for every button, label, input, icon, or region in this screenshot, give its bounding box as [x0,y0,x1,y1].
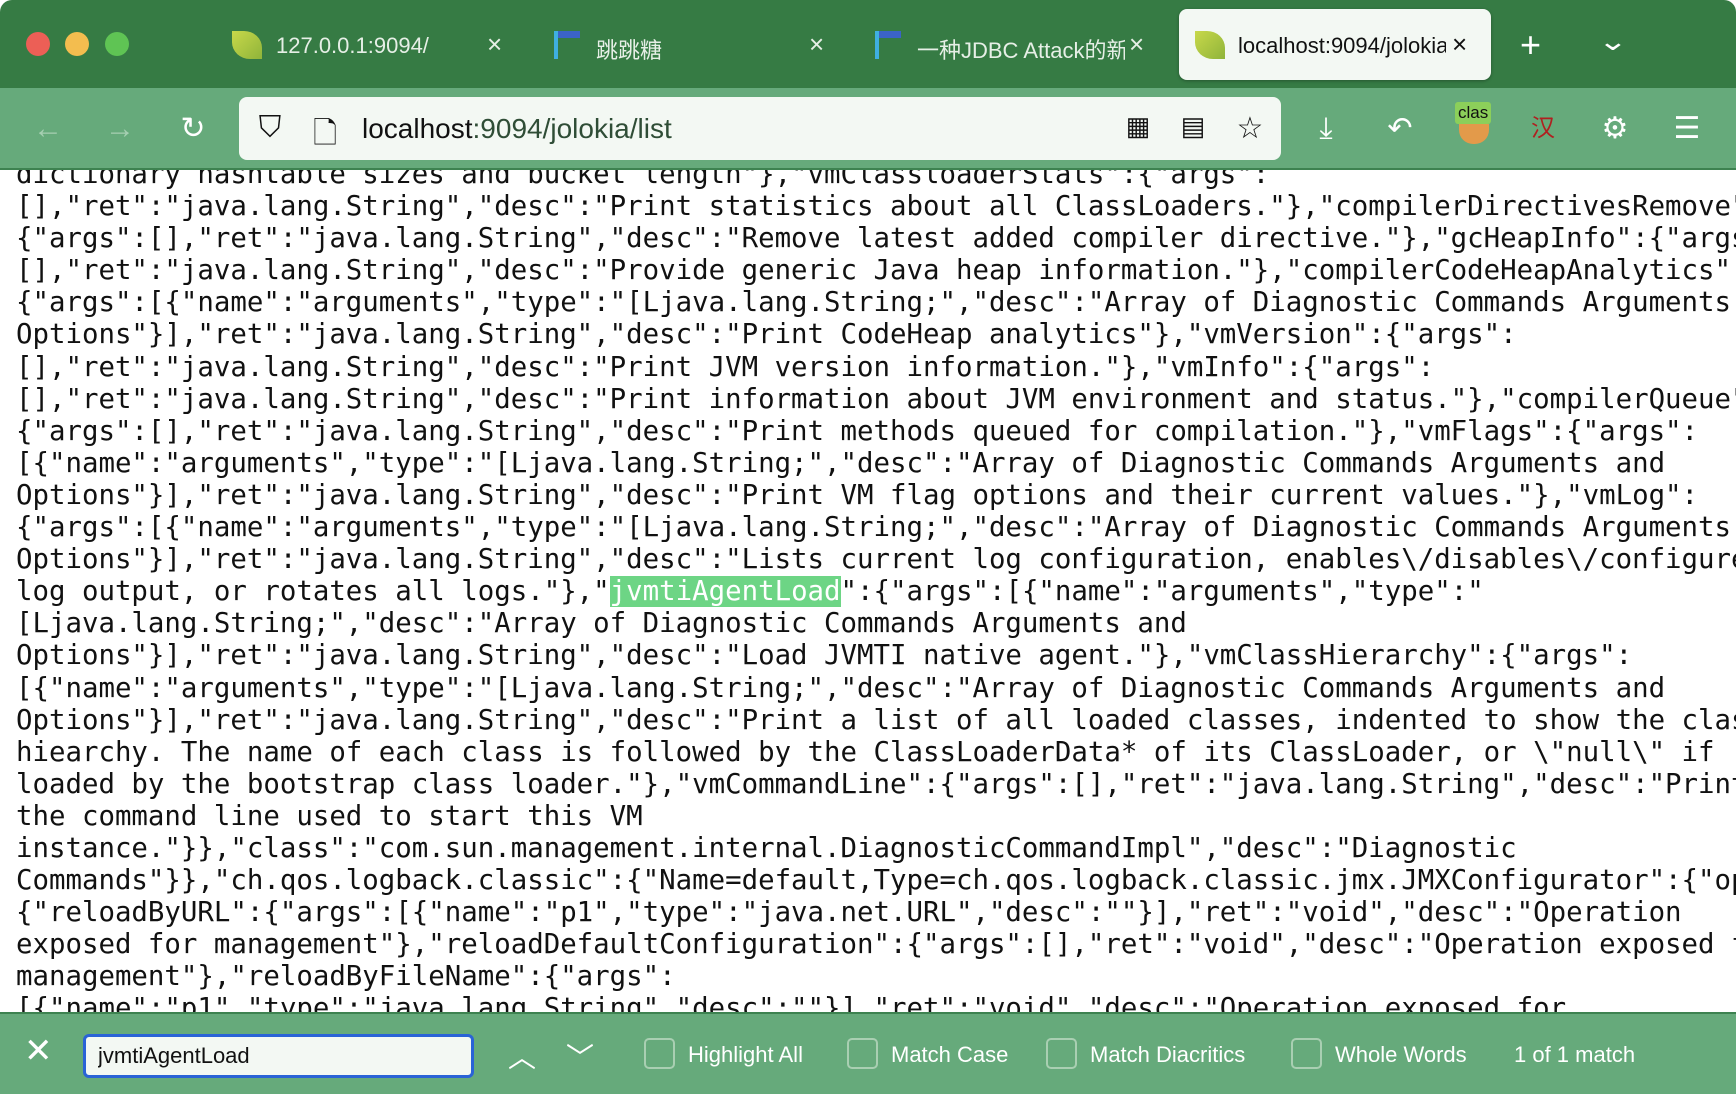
download-icon[interactable]: ⤓ [1308,114,1344,144]
tab-title: 一种JDBC Attack的新 [917,38,1125,63]
reader-view-icon[interactable]: ▤ [1175,111,1211,142]
url-path: :9094/jolokia/list [472,113,672,144]
minimize-window-button[interactable] [65,32,89,56]
text: log output, or rotates all logs."}," [16,576,610,608]
json-line: Options"}],"ret":"java.lang.String","des… [16,704,1736,736]
tab-2[interactable]: 跳跳糖 × [554,9,866,80]
forward-button[interactable]: → [102,114,138,144]
match-case-checkbox[interactable] [847,1038,878,1069]
tab-title: 127.0.0.1:9094/ [276,33,429,58]
menu-icon[interactable]: ☰ [1669,114,1705,144]
json-line: Options"}],"ret":"java.lang.String","des… [16,319,1517,351]
match-diacritics-label[interactable]: Match Diacritics [1090,1042,1245,1068]
find-previous-button[interactable]: ︿ [508,1036,536,1076]
whole-words-checkbox[interactable] [1291,1038,1322,1069]
tab-1[interactable]: 127.0.0.1:9094/ × [232,9,544,80]
json-line: loaded by the bootstrap class loader."},… [16,768,1736,800]
json-line: {"args":[],"ret":"java.lang.String","des… [16,415,1699,447]
close-tab-icon[interactable]: × [1129,29,1144,60]
json-line: {"args":[{"name":"arguments","type":"[Lj… [16,512,1736,544]
tiaotiaotang-icon [554,31,580,59]
json-line: [],"ret":"java.lang.String","desc":"Prin… [16,351,1435,383]
shield-icon[interactable]: ⛉ [252,111,288,145]
json-line: Commands"}},"ch.qos.logback.classic":{"N… [16,865,1736,897]
json-content: dictionary hashtable sizes and bucket le… [0,170,1736,1012]
close-tab-icon[interactable]: × [809,29,824,60]
json-line: management"},"reloadByFileName":{"args": [16,961,676,993]
whole-words-label[interactable]: Whole Words [1335,1042,1467,1068]
fox-icon [1459,124,1489,144]
qr-code-icon[interactable]: ▦ [1120,111,1156,142]
page-icon[interactable]: 🗋 [307,111,343,162]
find-match-highlight: jvmtiAgentLoad [609,576,841,608]
json-line: the command line used to start this VM [16,800,643,832]
new-tab-button[interactable]: + [1520,24,1541,66]
spring-leaf-icon [232,31,262,59]
json-line: {"args":[{"name":"arguments","type":"[Lj… [16,287,1736,319]
match-diacritics-checkbox[interactable] [1046,1038,1077,1069]
tab-bar: 127.0.0.1:9094/ × 跳跳糖 × 一种JDBC Attack的新 … [0,0,1736,88]
back-button[interactable]: ← [30,114,66,144]
close-window-button[interactable] [26,32,50,56]
extension-button[interactable]: clas [1455,102,1495,144]
json-line: dictionary hashtable sizes and bucket le… [16,170,1270,190]
highlight-all-checkbox[interactable] [644,1038,675,1069]
find-bar: ✕ ︿ ﹀ Highlight All Match Case Match Dia… [0,1012,1736,1094]
translate-button[interactable]: 汉 [1525,114,1561,144]
tab-title: localhost:9094/jolokia [1238,33,1446,58]
json-line: hiearchy. The name of each class is foll… [16,736,1715,768]
json-line: [{"name":"p1","type":"java.lang.String",… [16,993,1567,1012]
json-line: [],"ret":"java.lang.String","desc":"Prin… [16,383,1736,415]
json-line: [],"ret":"java.lang.String","desc":"Prov… [16,255,1736,287]
bookmark-star-icon[interactable]: ☆ [1232,111,1268,146]
json-line: [{"name":"arguments","type":"[Ljava.lang… [16,672,1666,704]
spring-leaf-icon [1195,31,1225,59]
text: ":{"args":[{"name":"arguments","type":" [840,576,1484,608]
match-count-status: 1 of 1 match [1514,1042,1636,1067]
reply-arrow-icon[interactable]: ↶ [1382,114,1418,144]
list-tabs-chevron-icon[interactable]: ⌄ [1598,26,1629,57]
url-host: localhost [362,113,473,144]
close-tab-icon[interactable]: × [487,29,502,60]
tiaotiaotang-icon [875,31,901,59]
json-line: exposed for management"},"reloadDefaultC… [16,929,1736,961]
json-line: [],"ret":"java.lang.String","desc":"Prin… [16,191,1736,223]
url-text[interactable]: localhost:9094/jolokia/list [362,113,672,145]
tab-title: 跳跳糖 [596,38,663,63]
match-line: log output, or rotates all logs."},"jvmt… [16,576,1736,608]
json-line: Options"}],"ret":"java.lang.String","des… [16,640,1633,672]
url-bar[interactable]: ⛉ 🗋 localhost:9094/jolokia/list ▦ ▤ ☆ [239,97,1281,160]
json-line: Options"}],"ret":"java.lang.String","des… [16,479,1699,511]
json-line: [Ljava.lang.String;","desc":"Array of Di… [16,608,1187,640]
match-case-label[interactable]: Match Case [891,1042,1008,1068]
json-line: {"reloadByURL":{"args":[{"name":"p1","ty… [16,897,1682,929]
json-line: Options"}],"ret":"java.lang.String","des… [16,544,1736,576]
json-line: [{"name":"arguments","type":"[Ljava.lang… [16,447,1666,479]
gear-icon[interactable]: ⚙ [1597,114,1633,144]
close-tab-icon[interactable]: × [1452,29,1467,60]
maximize-window-button[interactable] [105,32,129,56]
json-text: dictionary hashtable sizes and bucket le… [16,170,1736,1012]
extension-badge: clas [1455,102,1492,124]
tab-3[interactable]: 一种JDBC Attack的新 × [875,9,1187,80]
json-line: instance."}},"class":"com.sun.management… [16,832,1517,864]
json-line: {"args":[],"ret":"java.lang.String","des… [16,223,1736,255]
nav-toolbar: ← → ↻ ⛉ 🗋 localhost:9094/jolokia/list ▦ … [0,88,1736,170]
close-find-bar-button[interactable]: ✕ [24,1034,53,1068]
find-input[interactable] [83,1034,474,1078]
find-next-button[interactable]: ﹀ [566,1036,594,1076]
reload-button[interactable]: ↻ [175,114,211,144]
highlight-all-label[interactable]: Highlight All [688,1042,803,1068]
tab-4-active[interactable]: localhost:9094/jolokia × [1179,9,1491,80]
